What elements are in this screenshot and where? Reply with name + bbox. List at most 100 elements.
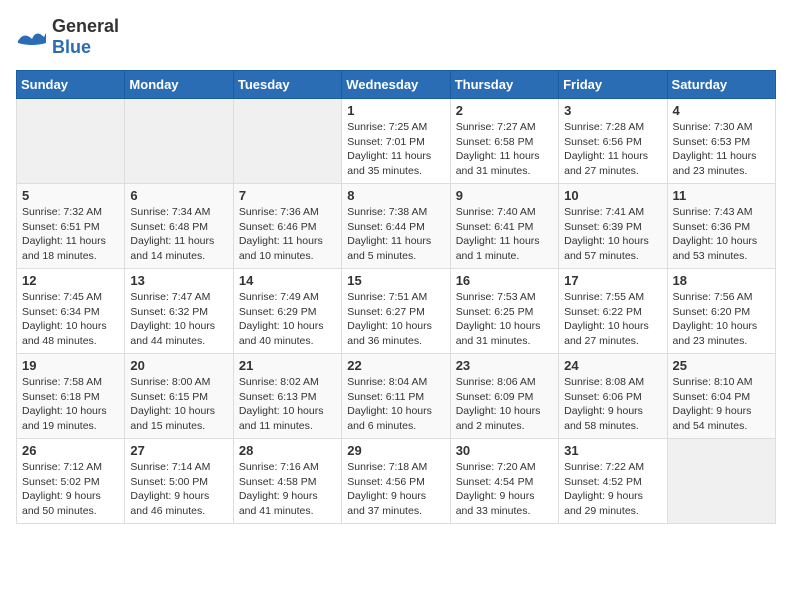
calendar-cell: 7Sunrise: 7:36 AMSunset: 6:46 PMDaylight… [233, 184, 341, 269]
calendar-cell: 11 Sunrise: 7:43 AMSunset: 6:36 PMDayligh… [667, 184, 775, 269]
day-number: 6 [130, 188, 227, 203]
day-number: 31 [564, 443, 661, 458]
day-number: 22 [347, 358, 444, 373]
day-info: Sunrise: 7:27 AMSunset: 6:58 PMDaylight:… [456, 120, 553, 179]
calendar-cell: 29 Sunrise: 7:18 AMSunset: 4:56 PMDayligh… [342, 439, 450, 524]
day-number: 19 [22, 358, 119, 373]
day-info: Sunrise: 7:38 AMSunset: 6:44 PMDaylight:… [347, 205, 444, 264]
day-info: Sunrise: 7:20 AMSunset: 4:54 PMDaylight:… [456, 460, 553, 519]
calendar-cell: 14 Sunrise: 7:49 AMSunset: 6:29 PMDayligh… [233, 269, 341, 354]
day-number: 24 [564, 358, 661, 373]
day-info: Sunrise: 8:00 AMSunset: 6:15 PMDaylight:… [130, 375, 227, 434]
calendar-cell: 2 Sunrise: 7:27 AMSunset: 6:58 PMDaylight… [450, 99, 558, 184]
day-info: Sunrise: 7:18 AMSunset: 4:56 PMDaylight:… [347, 460, 444, 519]
day-number: 14 [239, 273, 336, 288]
day-number: 10 [564, 188, 661, 203]
day-info: Sunrise: 8:06 AMSunset: 6:09 PMDaylight:… [456, 375, 553, 434]
day-info: Sunrise: 7:47 AMSunset: 6:32 PMDaylight:… [130, 290, 227, 349]
week-row-3: 12Sunrise: 7:45 AMSunset: 6:34 PMDayligh… [17, 269, 776, 354]
day-number: 2 [456, 103, 553, 118]
calendar-cell: 26 Sunrise: 7:12 AMSunset: 5:02 PMDayligh… [17, 439, 125, 524]
day-info: Sunrise: 7:34 AMSunset: 6:48 PMDaylight:… [130, 205, 227, 264]
day-info: Sunrise: 7:16 AMSunset: 4:58 PMDaylight:… [239, 460, 336, 519]
calendar-cell: 17 Sunrise: 7:55 AMSunset: 6:22 PMDayligh… [559, 269, 667, 354]
day-number: 1 [347, 103, 444, 118]
day-info: Sunrise: 8:04 AMSunset: 6:11 PMDaylight:… [347, 375, 444, 434]
calendar: SundayMondayTuesdayWednesdayThursdayFrid… [16, 70, 776, 524]
logo-text-blue: Blue [52, 37, 91, 57]
day-number: 21 [239, 358, 336, 373]
day-info: Sunrise: 8:10 AMSunset: 6:04 PMDaylight:… [673, 375, 770, 434]
day-number: 25 [673, 358, 770, 373]
day-number: 29 [347, 443, 444, 458]
logo: GeneralBlue [16, 16, 119, 58]
day-number: 28 [239, 443, 336, 458]
day-info: Sunrise: 7:55 AMSunset: 6:22 PMDaylight:… [564, 290, 661, 349]
calendar-cell: 23Sunrise: 8:06 AMSunset: 6:09 PMDayligh… [450, 354, 558, 439]
calendar-cell: 18 Sunrise: 7:56 AMSunset: 6:20 PMDayligh… [667, 269, 775, 354]
day-info: Sunrise: 7:49 AMSunset: 6:29 PMDaylight:… [239, 290, 336, 349]
calendar-cell: 13Sunrise: 7:47 AMSunset: 6:32 PMDayligh… [125, 269, 233, 354]
calendar-cell: 28 Sunrise: 7:16 AMSunset: 4:58 PMDayligh… [233, 439, 341, 524]
day-info: Sunrise: 8:02 AMSunset: 6:13 PMDaylight:… [239, 375, 336, 434]
logo-icon [16, 21, 48, 53]
calendar-cell: 12Sunrise: 7:45 AMSunset: 6:34 PMDayligh… [17, 269, 125, 354]
day-info: Sunrise: 7:25 AMSunset: 7:01 PMDaylight:… [347, 120, 444, 179]
day-number: 15 [347, 273, 444, 288]
calendar-cell: 5Sunrise: 7:32 AMSunset: 6:51 PMDaylight… [17, 184, 125, 269]
calendar-cell: 21 Sunrise: 8:02 AMSunset: 6:13 PMDayligh… [233, 354, 341, 439]
calendar-cell [17, 99, 125, 184]
weekday-header-tuesday: Tuesday [233, 71, 341, 99]
day-number: 30 [456, 443, 553, 458]
calendar-cell: 22 Sunrise: 8:04 AMSunset: 6:11 PMDayligh… [342, 354, 450, 439]
day-number: 27 [130, 443, 227, 458]
day-info: Sunrise: 7:41 AMSunset: 6:39 PMDaylight:… [564, 205, 661, 264]
weekday-header-saturday: Saturday [667, 71, 775, 99]
calendar-cell: 1 Sunrise: 7:25 AMSunset: 7:01 PMDaylight… [342, 99, 450, 184]
day-info: Sunrise: 7:58 AMSunset: 6:18 PMDaylight:… [22, 375, 119, 434]
day-number: 4 [673, 103, 770, 118]
calendar-cell: 4 Sunrise: 7:30 AMSunset: 6:53 PMDaylight… [667, 99, 775, 184]
week-row-4: 19 Sunrise: 7:58 AMSunset: 6:18 PMDayligh… [17, 354, 776, 439]
day-number: 16 [456, 273, 553, 288]
day-info: Sunrise: 7:53 AMSunset: 6:25 PMDaylight:… [456, 290, 553, 349]
weekday-header-wednesday: Wednesday [342, 71, 450, 99]
day-number: 7 [239, 188, 336, 203]
calendar-cell: 19 Sunrise: 7:58 AMSunset: 6:18 PMDayligh… [17, 354, 125, 439]
weekday-header-monday: Monday [125, 71, 233, 99]
page-header: GeneralBlue [16, 16, 776, 58]
calendar-cell: 10 Sunrise: 7:41 AMSunset: 6:39 PMDayligh… [559, 184, 667, 269]
day-number: 8 [347, 188, 444, 203]
day-info: Sunrise: 7:56 AMSunset: 6:20 PMDaylight:… [673, 290, 770, 349]
day-number: 17 [564, 273, 661, 288]
day-number: 12 [22, 273, 119, 288]
day-info: Sunrise: 7:30 AMSunset: 6:53 PMDaylight:… [673, 120, 770, 179]
calendar-cell [233, 99, 341, 184]
weekday-header-thursday: Thursday [450, 71, 558, 99]
logo-text: GeneralBlue [52, 16, 119, 58]
weekday-header-sunday: Sunday [17, 71, 125, 99]
day-info: Sunrise: 7:28 AMSunset: 6:56 PMDaylight:… [564, 120, 661, 179]
day-number: 11 [673, 188, 770, 203]
weekday-header-friday: Friday [559, 71, 667, 99]
calendar-cell: 16 Sunrise: 7:53 AMSunset: 6:25 PMDayligh… [450, 269, 558, 354]
day-info: Sunrise: 7:12 AMSunset: 5:02 PMDaylight:… [22, 460, 119, 519]
day-info: Sunrise: 7:51 AMSunset: 6:27 PMDaylight:… [347, 290, 444, 349]
day-info: Sunrise: 7:22 AMSunset: 4:52 PMDaylight:… [564, 460, 661, 519]
day-number: 26 [22, 443, 119, 458]
calendar-cell: 6 Sunrise: 7:34 AMSunset: 6:48 PMDaylight… [125, 184, 233, 269]
day-number: 18 [673, 273, 770, 288]
calendar-cell [667, 439, 775, 524]
day-info: Sunrise: 7:32 AMSunset: 6:51 PMDaylight:… [22, 205, 119, 264]
calendar-cell: 9Sunrise: 7:40 AMSunset: 6:41 PMDaylight… [450, 184, 558, 269]
calendar-cell: 27Sunrise: 7:14 AMSunset: 5:00 PMDayligh… [125, 439, 233, 524]
day-info: Sunrise: 7:43 AMSunset: 6:36 PMDaylight:… [673, 205, 770, 264]
calendar-cell: 20Sunrise: 8:00 AMSunset: 6:15 PMDayligh… [125, 354, 233, 439]
day-info: Sunrise: 8:08 AMSunset: 6:06 PMDaylight:… [564, 375, 661, 434]
calendar-cell: 30 Sunrise: 7:20 AMSunset: 4:54 PMDayligh… [450, 439, 558, 524]
week-row-2: 5Sunrise: 7:32 AMSunset: 6:51 PMDaylight… [17, 184, 776, 269]
day-number: 3 [564, 103, 661, 118]
logo-text-general: General [52, 16, 119, 36]
day-number: 9 [456, 188, 553, 203]
calendar-cell: 15 Sunrise: 7:51 AMSunset: 6:27 PMDayligh… [342, 269, 450, 354]
